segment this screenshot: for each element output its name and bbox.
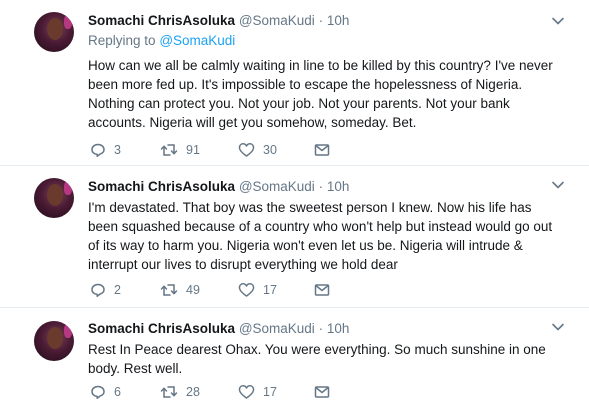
author-name[interactable]: Somachi ChrisAsoluka (88, 179, 235, 194)
tweet[interactable]: Somachi ChrisAsoluka @SomaKudi · 10h Rep… (0, 0, 589, 166)
envelope-icon (314, 386, 330, 398)
reply-button[interactable]: 3 (90, 141, 121, 159)
avatar[interactable] (34, 321, 74, 361)
author-handle[interactable]: @SomaKudi (239, 321, 315, 336)
author-handle[interactable]: @SomaKudi (239, 179, 315, 194)
heart-icon (238, 143, 255, 157)
avatar-face (47, 327, 63, 349)
separator: · (318, 179, 324, 194)
author-name[interactable]: Somachi ChrisAsoluka (88, 13, 235, 28)
chevron-down-icon[interactable] (551, 320, 565, 334)
reply-icon (91, 283, 105, 298)
tweet-content: Somachi ChrisAsoluka @SomaKudi · 10h I'm… (88, 178, 567, 274)
tweet-header: Somachi ChrisAsoluka @SomaKudi · 10h (88, 178, 567, 196)
reply-button[interactable]: 2 (90, 281, 121, 299)
replying-mention-link[interactable]: @SomaKudi (159, 33, 235, 48)
like-count: 30 (263, 143, 277, 157)
retweet-icon (160, 144, 178, 156)
avatar-accent (64, 181, 72, 195)
retweet-button[interactable]: 91 (160, 141, 200, 159)
tweet[interactable]: Somachi ChrisAsoluka @SomaKudi · 10h Res… (0, 308, 589, 410)
tweet-time[interactable]: 10h (327, 321, 350, 336)
reply-count: 3 (114, 143, 121, 157)
author-handle[interactable]: @SomaKudi (239, 13, 315, 28)
tweet[interactable]: Somachi ChrisAsoluka @SomaKudi · 10h I'm… (0, 166, 589, 308)
tweet-content: Somachi ChrisAsoluka @SomaKudi · 10h Res… (88, 320, 567, 378)
direct-message-button[interactable] (314, 383, 330, 401)
separator: · (318, 321, 324, 336)
envelope-icon (314, 144, 330, 156)
like-count: 17 (263, 385, 277, 399)
avatar[interactable] (34, 12, 74, 52)
tweet-time[interactable]: 10h (327, 13, 350, 28)
reply-icon (91, 143, 105, 158)
retweet-icon (160, 284, 178, 296)
tweet-text: Rest In Peace dearest Ohax. You were eve… (88, 342, 546, 376)
separator: · (318, 13, 324, 28)
envelope-icon (314, 284, 330, 296)
retweet-count: 28 (186, 385, 200, 399)
replying-label: Replying to (88, 33, 156, 48)
heart-icon (238, 283, 255, 297)
reply-count: 6 (114, 385, 121, 399)
tweet-text: I'm devastated. That boy was the sweetes… (88, 200, 553, 272)
retweet-count: 49 (186, 283, 200, 297)
reply-count: 2 (114, 283, 121, 297)
tweet-timeline: Somachi ChrisAsoluka @SomaKudi · 10h Rep… (0, 0, 589, 410)
chevron-down-icon[interactable] (551, 178, 565, 192)
avatar[interactable] (34, 178, 74, 218)
direct-message-button[interactable] (314, 281, 330, 299)
reply-icon (91, 385, 105, 400)
avatar-accent (64, 324, 72, 338)
author-name[interactable]: Somachi ChrisAsoluka (88, 321, 235, 336)
like-button[interactable]: 17 (238, 281, 277, 299)
avatar-accent (64, 15, 72, 29)
like-button[interactable]: 30 (238, 141, 277, 159)
retweet-button[interactable]: 49 (160, 281, 200, 299)
like-count: 17 (263, 283, 277, 297)
tweet-header: Somachi ChrisAsoluka @SomaKudi · 10h (88, 12, 567, 30)
like-button[interactable]: 17 (238, 383, 277, 401)
replying-to: Replying to @SomaKudi (88, 32, 567, 50)
avatar-face (47, 184, 63, 206)
direct-message-button[interactable] (314, 141, 330, 159)
chevron-down-icon[interactable] (551, 14, 565, 28)
tweet-content: Somachi ChrisAsoluka @SomaKudi · 10h Rep… (88, 12, 567, 132)
reply-button[interactable]: 6 (90, 383, 121, 401)
heart-icon (238, 385, 255, 399)
tweet-time[interactable]: 10h (327, 179, 350, 194)
retweet-button[interactable]: 28 (160, 383, 200, 401)
tweet-text: How can we all be calmly waiting in line… (88, 58, 553, 130)
retweet-icon (160, 386, 178, 398)
avatar-face (47, 18, 63, 40)
tweet-header: Somachi ChrisAsoluka @SomaKudi · 10h (88, 320, 567, 338)
retweet-count: 91 (186, 143, 200, 157)
